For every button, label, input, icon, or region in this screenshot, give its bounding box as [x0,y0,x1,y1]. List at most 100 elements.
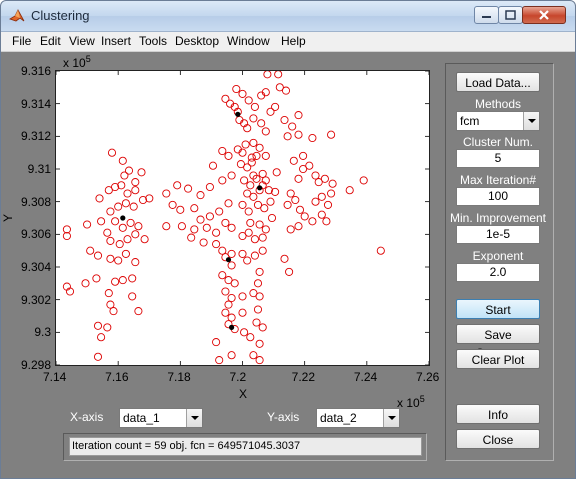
cluster-center-point [120,215,126,221]
data-point [238,308,247,317]
x-axis-select[interactable]: data_1 [119,408,203,428]
menu-desktop[interactable]: Desktop [175,34,219,48]
cluster-center-point [229,324,235,330]
data-point [128,274,137,283]
data-point [252,151,261,160]
data-point [106,236,115,245]
menu-window[interactable]: Window [227,34,270,48]
data-point [285,267,294,276]
data-point [280,115,289,125]
x-axis-selected-value: data_1 [123,411,160,425]
x-tick-label: 7.18 [167,370,191,384]
data-point [62,231,71,241]
x-axis-label: X [239,387,248,401]
data-point [227,293,236,303]
close-button[interactable]: Close [456,429,540,449]
maximize-icon [505,10,516,20]
close-window-button[interactable] [522,6,566,24]
title-bar: Clustering [1,1,575,32]
data-point [320,174,329,183]
menu-edit[interactable]: Edit [40,34,61,48]
plot-axes[interactable] [55,70,430,366]
data-point [249,351,258,360]
data-point [288,122,297,131]
data-point [327,130,336,139]
chevron-down-icon[interactable] [383,409,399,427]
maximize-button[interactable] [498,6,523,24]
close-icon [539,10,549,20]
data-point [221,94,230,103]
data-point [271,187,280,196]
save-center-button[interactable]: Save Center... [456,324,540,360]
data-point [131,186,140,195]
data-point [246,333,255,342]
chevron-down-icon[interactable] [186,409,202,427]
data-point [106,254,115,263]
data-point [258,323,267,332]
data-point [187,233,196,242]
y-axis-select[interactable]: data_2 [316,408,400,428]
data-point [202,223,211,232]
load-data-button[interactable]: Load Data... [456,72,540,92]
matlab-logo-icon [9,9,25,22]
data-point [238,200,247,209]
data-point [250,251,259,260]
data-point [322,217,331,226]
y-tick-label: 9.308 [20,194,51,209]
methods-select[interactable]: fcm [456,111,540,131]
menu-help[interactable]: Help [281,34,306,48]
menu-view[interactable]: View [69,34,95,48]
data-point [267,213,277,223]
data-point [317,210,326,219]
x-exponent-value: 5 [419,394,425,404]
data-point [109,307,118,316]
info-button[interactable]: Info [456,404,540,424]
data-point [190,204,199,213]
x-exponent-label: x 105 [397,394,425,410]
data-point [266,197,275,206]
methods-selected-value: fcm [460,114,480,128]
x-exponent-text: x 10 [397,396,420,410]
data-point [134,222,143,231]
clear-plot-button[interactable]: Clear Plot [456,349,540,369]
cluster-num-input[interactable]: 5 [456,149,540,168]
data-point [291,195,300,205]
data-point [250,235,259,244]
menu-tools[interactable]: Tools [139,34,167,48]
minimize-button[interactable] [474,6,499,24]
data-point [199,238,208,247]
y-tick-label: 9.314 [20,96,51,111]
y-tick-label: 9.316 [20,64,51,78]
data-point [255,220,264,229]
data-point [294,222,303,231]
data-point [257,119,266,128]
data-point [308,217,317,226]
data-point [243,256,252,265]
data-point [274,71,283,79]
data-point [261,151,270,160]
data-point [359,176,368,185]
chevron-down-icon[interactable] [523,112,539,130]
exponent-input[interactable]: 2.0 [456,263,540,282]
data-point [289,156,298,165]
data-point [253,279,263,288]
data-point [123,189,132,198]
data-point [227,261,236,270]
max-iteration-input[interactable]: 100 [456,187,540,206]
data-point [240,328,249,337]
start-button[interactable]: Start [456,299,540,319]
min-improvement-input[interactable]: 1e-5 [456,225,540,244]
data-point [255,339,264,348]
scatter-plot [56,71,429,365]
data-point [221,218,230,227]
data-point [300,212,309,221]
y-tick-label: 9.304 [20,260,51,274]
data-point [118,156,127,165]
data-point [272,168,281,177]
data-point [104,289,113,298]
data-point [227,223,236,232]
x-tick-label: 7.22 [291,370,316,384]
data-point [176,205,185,214]
menu-file[interactable]: File [12,34,31,48]
menu-insert[interactable]: Insert [101,34,131,48]
